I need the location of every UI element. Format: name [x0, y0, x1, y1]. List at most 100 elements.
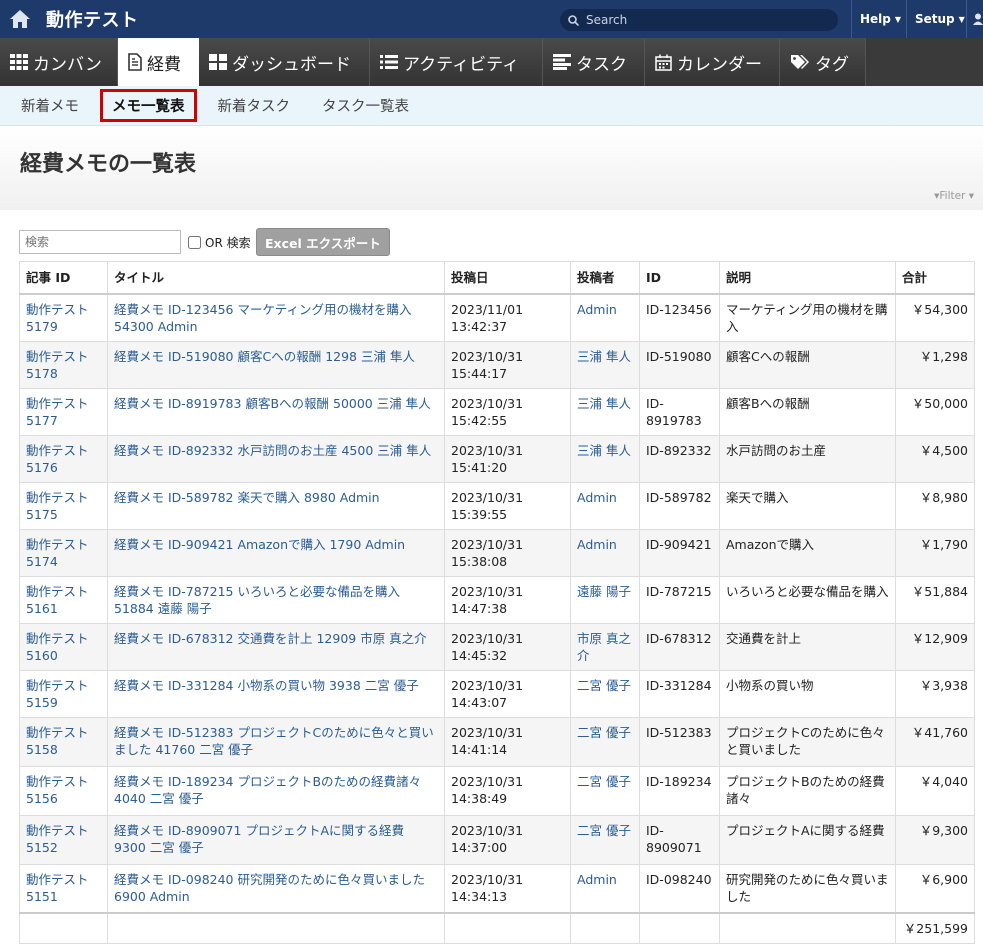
author-link[interactable]: 二宮 優子: [577, 774, 631, 789]
app-title[interactable]: 動作テスト: [46, 6, 139, 32]
article-id-link[interactable]: 動作テスト 5156: [26, 774, 89, 806]
tab-calendar[interactable]: カレンダー: [645, 38, 780, 86]
article-id-link[interactable]: 動作テスト 5161: [26, 584, 89, 616]
tab-tasks[interactable]: タスク: [543, 38, 645, 86]
table-cell: ￥8,980: [895, 481, 975, 530]
author-link[interactable]: 三浦 隼人: [577, 349, 631, 364]
table-cell: 動作テスト 5179: [19, 293, 108, 342]
title-link[interactable]: 経費メモ ID-909421 Amazonで購入 1790 Admin: [114, 537, 405, 552]
table-cell: いろいろと必要な備品を購入: [719, 575, 896, 624]
article-id-link[interactable]: 動作テスト 5158: [26, 725, 89, 757]
column-header-total[interactable]: 合計: [895, 261, 975, 295]
title-link[interactable]: 経費メモ ID-589782 楽天で購入 8980 Admin: [114, 490, 380, 505]
table-cell: Admin: [570, 528, 640, 577]
table-cell: 経費メモ ID-678312 交通費を計上 12909 市原 真之介: [107, 622, 445, 671]
excel-export-button[interactable]: Excel エクスポート: [256, 228, 390, 256]
subnav-new-memos[interactable]: 新着メモ: [10, 90, 90, 121]
subnav-memo-list[interactable]: メモ一覧表: [100, 89, 197, 122]
table-cell: 水戸訪問のお土産: [719, 434, 896, 483]
author-link[interactable]: 遠藤 陽子: [577, 584, 631, 599]
expense-id: ID-123456: [646, 301, 712, 317]
description: Amazonで購入: [726, 536, 815, 552]
author-link[interactable]: Admin: [577, 490, 617, 505]
author-link[interactable]: Admin: [577, 302, 617, 317]
expense-id: ID-892332: [646, 442, 712, 458]
posted-date: 2023/10/31 14:45:32: [451, 630, 524, 663]
home-icon[interactable]: [0, 0, 40, 38]
column-header-description[interactable]: 説明: [719, 261, 896, 295]
author-link[interactable]: 市原 真之介: [577, 631, 631, 663]
table-cell: ￥9,300: [895, 814, 975, 865]
column-header-title[interactable]: タイトル: [107, 261, 445, 295]
table-cell: 2023/10/31 14:43:07: [444, 669, 571, 718]
title-link[interactable]: 経費メモ ID-331284 小物系の買い物 3938 二宮 優子: [114, 678, 419, 693]
title-link[interactable]: 経費メモ ID-8909071 プロジェクトAに関する経費 9300 二宮 優子: [114, 823, 404, 855]
article-id-link[interactable]: 動作テスト 5151: [26, 872, 89, 904]
tab-activity[interactable]: アクティビティ: [370, 38, 543, 86]
title-link[interactable]: 経費メモ ID-098240 研究開発のために色々買いました 6900 Admi…: [114, 872, 425, 904]
table-cell: 2023/10/31 15:41:20: [444, 434, 571, 483]
description: 水戸訪問のお土産: [726, 442, 827, 458]
title-link[interactable]: 経費メモ ID-892332 水戸訪問のお土産 4500 三浦 隼人: [114, 443, 431, 458]
description: マーケティング用の機材を購入: [726, 301, 888, 334]
title-link[interactable]: 経費メモ ID-512383 プロジェクトCのために色々と買いました 41760…: [114, 725, 434, 757]
title-link[interactable]: 経費メモ ID-189234 プロジェクトBのための経費諸々 4040 二宮 優…: [114, 774, 421, 806]
expense-id: ID-8919783: [646, 395, 702, 428]
top-bar: 動作テスト Help▼ Setup▼: [0, 0, 983, 38]
table-cell: 顧客Cへの報酬: [719, 340, 896, 389]
tab-kanban[interactable]: カンバン: [0, 38, 118, 86]
table-cell: ID-519080: [639, 340, 720, 389]
column-header-id[interactable]: ID: [639, 261, 720, 295]
article-id-link[interactable]: 動作テスト 5152: [26, 823, 89, 855]
setup-menu[interactable]: Setup ▼: [906, 0, 973, 38]
help-menu[interactable]: Help ▼: [851, 0, 909, 38]
table-total-row: ￥251,599: [19, 912, 975, 944]
article-id-link[interactable]: 動作テスト 5160: [26, 631, 89, 663]
tab-label: カレンダー: [677, 54, 762, 75]
article-id-link[interactable]: 動作テスト 5175: [26, 490, 89, 522]
search-icon: [568, 14, 579, 26]
article-id-link[interactable]: 動作テスト 5178: [26, 349, 89, 381]
help-label: Help: [860, 12, 891, 26]
title-link[interactable]: 経費メモ ID-8919783 顧客Bへの報酬 50000 三浦 隼人: [114, 396, 431, 411]
keyword-search-input[interactable]: [19, 230, 181, 254]
column-header-posted-date[interactable]: 投稿日: [444, 261, 571, 295]
table-cell: 動作テスト 5159: [19, 669, 108, 718]
article-id-link[interactable]: 動作テスト 5177: [26, 396, 89, 428]
title-link[interactable]: 経費メモ ID-787215 いろいろと必要な備品を購入 51884 遠藤 陽子: [114, 584, 400, 616]
title-link[interactable]: 経費メモ ID-678312 交通費を計上 12909 市原 真之介: [114, 631, 427, 646]
table-cell: ID-123456: [639, 293, 720, 342]
global-search[interactable]: [560, 9, 838, 31]
filter-toggle[interactable]: ▾Filter ▾: [934, 190, 974, 202]
author-link[interactable]: 三浦 隼人: [577, 396, 631, 411]
article-id-link[interactable]: 動作テスト 5176: [26, 443, 89, 475]
global-search-input[interactable]: [584, 12, 824, 28]
description: 顧客Bへの報酬: [726, 395, 810, 411]
author-link[interactable]: Admin: [577, 537, 617, 552]
tab-tags[interactable]: タグ: [780, 38, 866, 86]
table-cell: 2023/11/01 13:42:37: [444, 293, 571, 342]
user-menu[interactable]: [966, 0, 983, 38]
table-cell: 2023/10/31 14:41:14: [444, 716, 571, 767]
dashboard-icon: [209, 54, 227, 70]
author-link[interactable]: Admin: [577, 872, 617, 887]
subnav-task-list[interactable]: タスク一覧表: [311, 90, 420, 121]
author-link[interactable]: 三浦 隼人: [577, 443, 631, 458]
description: プロジェクトCのために色々と買いました: [726, 724, 885, 757]
author-link[interactable]: 二宮 優子: [577, 823, 631, 838]
or-search-option[interactable]: OR 検索: [186, 234, 251, 251]
or-search-checkbox[interactable]: [188, 236, 201, 249]
article-id-link[interactable]: 動作テスト 5174: [26, 537, 89, 569]
article-id-link[interactable]: 動作テスト 5159: [26, 678, 89, 710]
title-link[interactable]: 経費メモ ID-519080 顧客Cへの報酬 1298 三浦 隼人: [114, 349, 415, 364]
tab-expenses[interactable]: 経費: [118, 38, 199, 86]
subnav-new-tasks[interactable]: 新着タスク: [207, 90, 302, 121]
column-header-article-id[interactable]: 記事 ID: [19, 261, 108, 295]
title-link[interactable]: 経費メモ ID-123456 マーケティング用の機材を購入 54300 Admi…: [114, 302, 412, 334]
author-link[interactable]: 二宮 優子: [577, 725, 631, 740]
expense-id: ID-189234: [646, 773, 712, 789]
tab-dashboard[interactable]: ダッシュボード: [199, 38, 370, 86]
author-link[interactable]: 二宮 優子: [577, 678, 631, 693]
article-id-link[interactable]: 動作テスト 5179: [26, 302, 89, 334]
column-header-author[interactable]: 投稿者: [570, 261, 640, 295]
